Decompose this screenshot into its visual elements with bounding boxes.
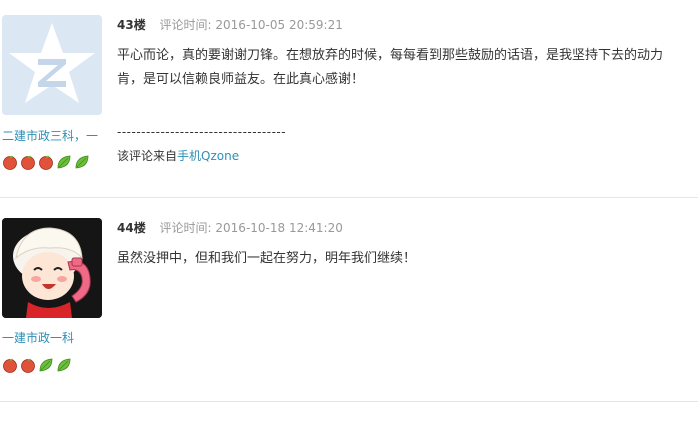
leaf-badge-icon xyxy=(57,155,71,169)
user-avatar[interactable] xyxy=(2,218,102,318)
comment-time: 2016-10-18 12:41:20 xyxy=(215,221,343,235)
comment-item: 二建市政三科，一 43楼 评论时间: 2016-10-05 20:59:21 平… xyxy=(0,0,698,198)
comment-meta: 44楼 评论时间: 2016-10-18 12:41:20 xyxy=(117,219,343,236)
floor-number: 43楼 xyxy=(117,18,146,32)
leaf-badge-icon xyxy=(57,358,71,372)
comment-item: 一建市政一科 44楼 评论时间: 2016-10-18 12:41:20 虽然没… xyxy=(0,198,698,402)
qq-star-avatar-icon xyxy=(2,15,102,115)
apple-badge-icon xyxy=(21,358,35,373)
comment-body: 虽然没押中，但和我们一起在努力，明年我们继续！ xyxy=(117,247,416,271)
apple-badge-icon xyxy=(39,155,53,170)
comment-body: 平心而论，真的要谢谢刀锋。在想放弃的时候，每每看到那些鼓励的话语，是我坚持下去的… xyxy=(117,44,663,92)
comment-time: 2016-10-05 20:59:21 xyxy=(215,18,343,32)
comment-line: 平心而论，真的要谢谢刀锋。在想放弃的时候，每每看到那些鼓励的话语，是我坚持下去的… xyxy=(117,48,664,63)
apple-badge-icon xyxy=(3,358,17,373)
user-avatar[interactable] xyxy=(2,15,102,115)
floor-number: 44楼 xyxy=(117,221,146,235)
author-name-link[interactable]: 二建市政三科，一 xyxy=(2,127,102,144)
apple-badge-icon xyxy=(21,155,35,170)
comment-meta: 43楼 评论时间: 2016-10-05 20:59:21 xyxy=(117,16,343,33)
comment-line: 虽然没押中，但和我们一起在努力，明年我们继续！ xyxy=(117,251,417,266)
author-name-link[interactable]: 一建市政一科 xyxy=(2,329,102,346)
source-link[interactable]: 手机Qzone xyxy=(177,149,239,163)
level-badges xyxy=(2,357,72,373)
comment-divider xyxy=(0,401,698,402)
apple-badge-icon xyxy=(3,155,17,170)
leaf-badge-icon xyxy=(39,358,53,372)
time-label: 评论时间: xyxy=(159,18,212,32)
time-label: 评论时间: xyxy=(159,221,212,235)
comment-source: 该评论来自手机Qzone xyxy=(117,147,239,164)
level-badges xyxy=(2,154,90,170)
separator-line: ----------------------------------- xyxy=(117,125,287,139)
cartoon-girl-phone-avatar-icon xyxy=(2,218,102,318)
leaf-badge-icon xyxy=(75,155,89,169)
source-prefix: 该评论来自 xyxy=(117,149,178,163)
comment-line: 肯，是可以信赖良师益友。在此真心感谢！ xyxy=(117,72,365,87)
